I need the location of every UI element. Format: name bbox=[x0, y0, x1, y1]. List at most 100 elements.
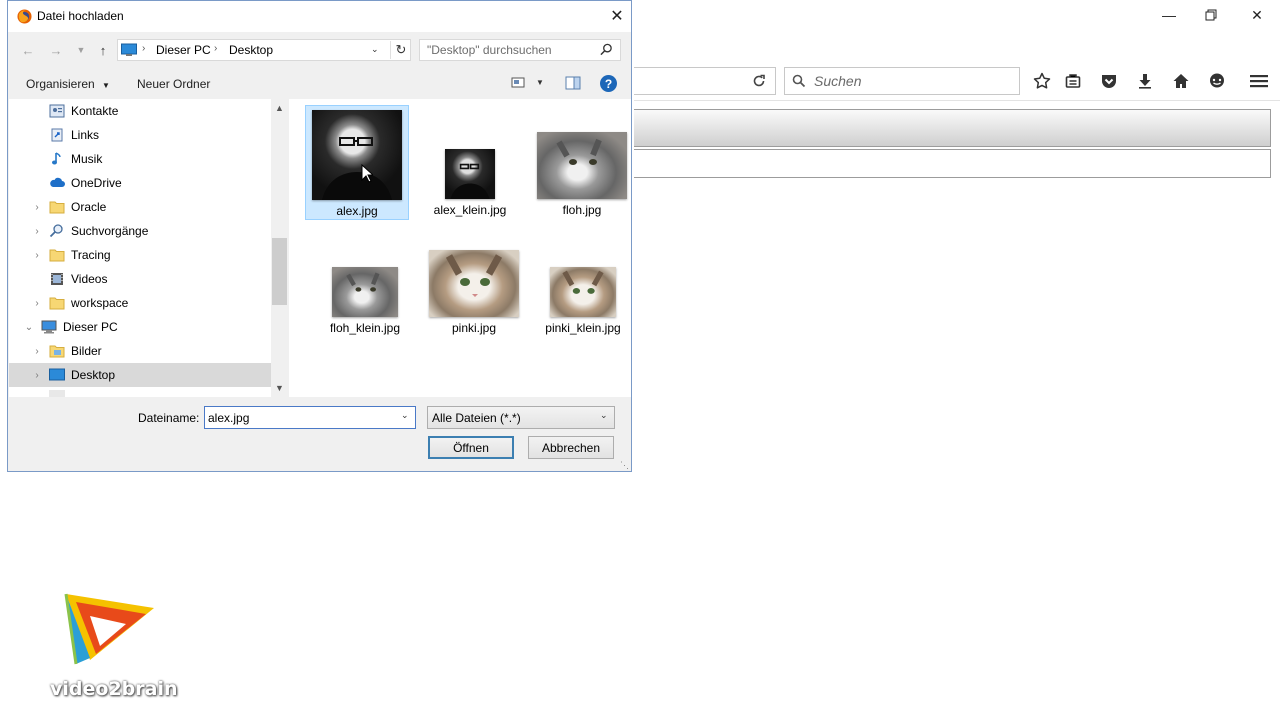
scroll-down-icon[interactable]: ▼ bbox=[275, 383, 284, 393]
nav-item-links[interactable]: Links bbox=[9, 123, 271, 147]
cloud-icon bbox=[49, 176, 65, 190]
address-dropdown-icon[interactable]: ⌄ bbox=[371, 44, 379, 55]
minimize-icon[interactable]: — bbox=[1146, 0, 1192, 30]
folder-icon bbox=[49, 296, 65, 310]
search-icon bbox=[49, 224, 65, 238]
filename-label: Dateiname: bbox=[138, 411, 200, 425]
chevron-right-icon[interactable]: › bbox=[31, 226, 43, 237]
mouse-cursor-icon bbox=[361, 163, 375, 186]
dialog-title: Datei hochladen bbox=[37, 9, 124, 23]
nav-item-oracle[interactable]: › Oracle bbox=[9, 195, 271, 219]
open-button[interactable]: Öffnen bbox=[428, 436, 514, 459]
desktop-icon bbox=[49, 368, 65, 382]
file-tile-pinki-klein[interactable]: pinki_klein.jpg bbox=[531, 241, 635, 339]
address-bar[interactable]: › Dieser PC › Desktop ⌄ ↻ bbox=[117, 39, 411, 61]
file-tile-alex[interactable]: alex.jpg bbox=[305, 105, 409, 220]
reading-list-icon[interactable] bbox=[1060, 68, 1086, 94]
search-icon bbox=[792, 74, 806, 88]
nav-item-desktop-selected[interactable]: › Desktop bbox=[9, 363, 271, 387]
nav-item-dieser-pc[interactable]: ⌄ Dieser PC bbox=[9, 315, 271, 339]
chevron-right-icon[interactable]: › bbox=[31, 346, 43, 357]
nav-scrollbar-thumb[interactable] bbox=[272, 238, 287, 305]
file-type-select[interactable]: Alle Dateien (*.*) ⌄ bbox=[427, 406, 615, 429]
filename-value: alex.jpg bbox=[208, 411, 250, 425]
resize-grip-icon[interactable]: ⋱ bbox=[620, 460, 629, 471]
chevron-right-icon[interactable]: › bbox=[31, 370, 43, 381]
page-input-bar[interactable] bbox=[634, 149, 1271, 178]
computer-icon bbox=[41, 320, 57, 334]
bookmark-star-icon[interactable] bbox=[1029, 68, 1055, 94]
nav-item-suchvorgaenge[interactable]: › Suchvorgänge bbox=[9, 219, 271, 243]
navigation-pane: Kontakte Links Musik OneDrive › Oracle ›… bbox=[9, 99, 271, 397]
file-thumbnail-cat bbox=[332, 267, 398, 317]
file-thumbnail-portrait bbox=[312, 110, 402, 200]
chevron-right-icon[interactable]: › bbox=[31, 202, 43, 213]
file-tile-alex-klein[interactable]: alex_klein.jpg bbox=[418, 105, 522, 220]
help-icon[interactable]: ? bbox=[600, 75, 617, 92]
scroll-up-icon[interactable]: ▲ bbox=[275, 103, 284, 113]
pictures-icon bbox=[49, 344, 65, 358]
chevron-down-icon[interactable]: ⌄ bbox=[23, 322, 35, 333]
new-folder-button[interactable]: Neuer Ordner bbox=[137, 77, 210, 91]
nav-item-onedrive[interactable]: OneDrive bbox=[9, 171, 271, 195]
view-options-icon[interactable] bbox=[511, 76, 527, 93]
recent-locations-chevron-icon[interactable]: ▼ bbox=[71, 41, 91, 59]
view-chevron-down-icon[interactable]: ▼ bbox=[536, 78, 544, 87]
breadcrumb-separator-icon: › bbox=[214, 43, 218, 54]
file-name: pinki_klein.jpg bbox=[545, 321, 621, 335]
home-icon[interactable] bbox=[1168, 68, 1194, 94]
folder-search-placeholder: "Desktop" durchsuchen bbox=[427, 43, 552, 57]
folder-icon bbox=[49, 200, 65, 214]
file-tile-floh[interactable]: floh.jpg bbox=[530, 105, 634, 220]
chevron-right-icon[interactable]: › bbox=[31, 250, 43, 261]
nav-item-kontakte[interactable]: Kontakte bbox=[9, 99, 271, 123]
folder-search-input[interactable]: "Desktop" durchsuchen bbox=[419, 39, 621, 61]
video2brain-logo-icon bbox=[60, 588, 160, 673]
cancel-button[interactable]: Abbrechen bbox=[528, 436, 614, 459]
search-placeholder: Suchen bbox=[814, 73, 862, 89]
refresh-icon[interactable]: ↻ bbox=[390, 41, 411, 59]
filename-dropdown-icon[interactable]: ⌄ bbox=[401, 410, 409, 421]
nav-item-label: Desktop bbox=[71, 368, 116, 382]
nav-item-bilder[interactable]: › Bilder bbox=[9, 339, 271, 363]
file-list: alex.jpg alex_klein.jpg floh.jpg floh_kl… bbox=[289, 99, 631, 397]
file-tile-floh-klein[interactable]: floh_klein.jpg bbox=[313, 241, 417, 339]
preview-pane-icon[interactable] bbox=[565, 76, 581, 93]
file-type-value: Alle Dateien (*.*) bbox=[432, 411, 521, 425]
documents-icon bbox=[49, 390, 65, 397]
nav-item-workspace[interactable]: › workspace bbox=[9, 291, 271, 315]
nav-item-tracing[interactable]: › Tracing bbox=[9, 243, 271, 267]
nav-item-videos[interactable]: Videos bbox=[9, 267, 271, 291]
dialog-close-icon[interactable]: ✕ bbox=[604, 4, 630, 28]
up-arrow-icon[interactable]: ↑ bbox=[93, 41, 113, 59]
file-thumbnail-cat bbox=[537, 132, 627, 199]
restore-icon[interactable] bbox=[1188, 0, 1234, 30]
nav-item-label: Kontakte bbox=[71, 104, 119, 118]
dialog-titlebar[interactable]: Datei hochladen ✕ bbox=[8, 1, 631, 32]
back-arrow-icon[interactable]: ← bbox=[18, 41, 38, 59]
file-tile-pinki[interactable]: pinki.jpg bbox=[422, 241, 526, 339]
organize-button[interactable]: Organisieren ▼ bbox=[26, 77, 110, 91]
chat-icon[interactable] bbox=[1204, 68, 1230, 94]
nav-item-musik[interactable]: Musik bbox=[9, 147, 271, 171]
breadcrumb-desktop[interactable]: Desktop bbox=[229, 43, 273, 57]
nav-item-label: Suchvorgänge bbox=[71, 224, 149, 238]
nav-item-label: Musik bbox=[71, 152, 103, 166]
menu-icon[interactable] bbox=[1246, 68, 1272, 94]
close-icon[interactable]: ✕ bbox=[1234, 0, 1280, 30]
nav-item-label: OneDrive bbox=[71, 176, 122, 190]
browser-search-input[interactable]: Suchen bbox=[784, 67, 1020, 95]
contacts-icon bbox=[49, 104, 65, 118]
nav-item-label: workspace bbox=[71, 296, 129, 310]
nav-item-label: Links bbox=[71, 128, 100, 142]
reload-icon[interactable] bbox=[746, 68, 772, 94]
file-thumbnail-cat bbox=[550, 267, 616, 317]
chevron-right-icon[interactable]: › bbox=[31, 298, 43, 309]
filename-input[interactable]: alex.jpg ⌄ bbox=[204, 406, 416, 429]
forward-arrow-icon[interactable]: → bbox=[46, 41, 66, 59]
folder-icon bbox=[49, 248, 65, 262]
download-icon[interactable] bbox=[1132, 68, 1158, 94]
breadcrumb-dieser-pc[interactable]: Dieser PC bbox=[156, 43, 211, 57]
breadcrumb-separator-icon: › bbox=[142, 43, 146, 54]
pocket-icon[interactable] bbox=[1096, 68, 1122, 94]
